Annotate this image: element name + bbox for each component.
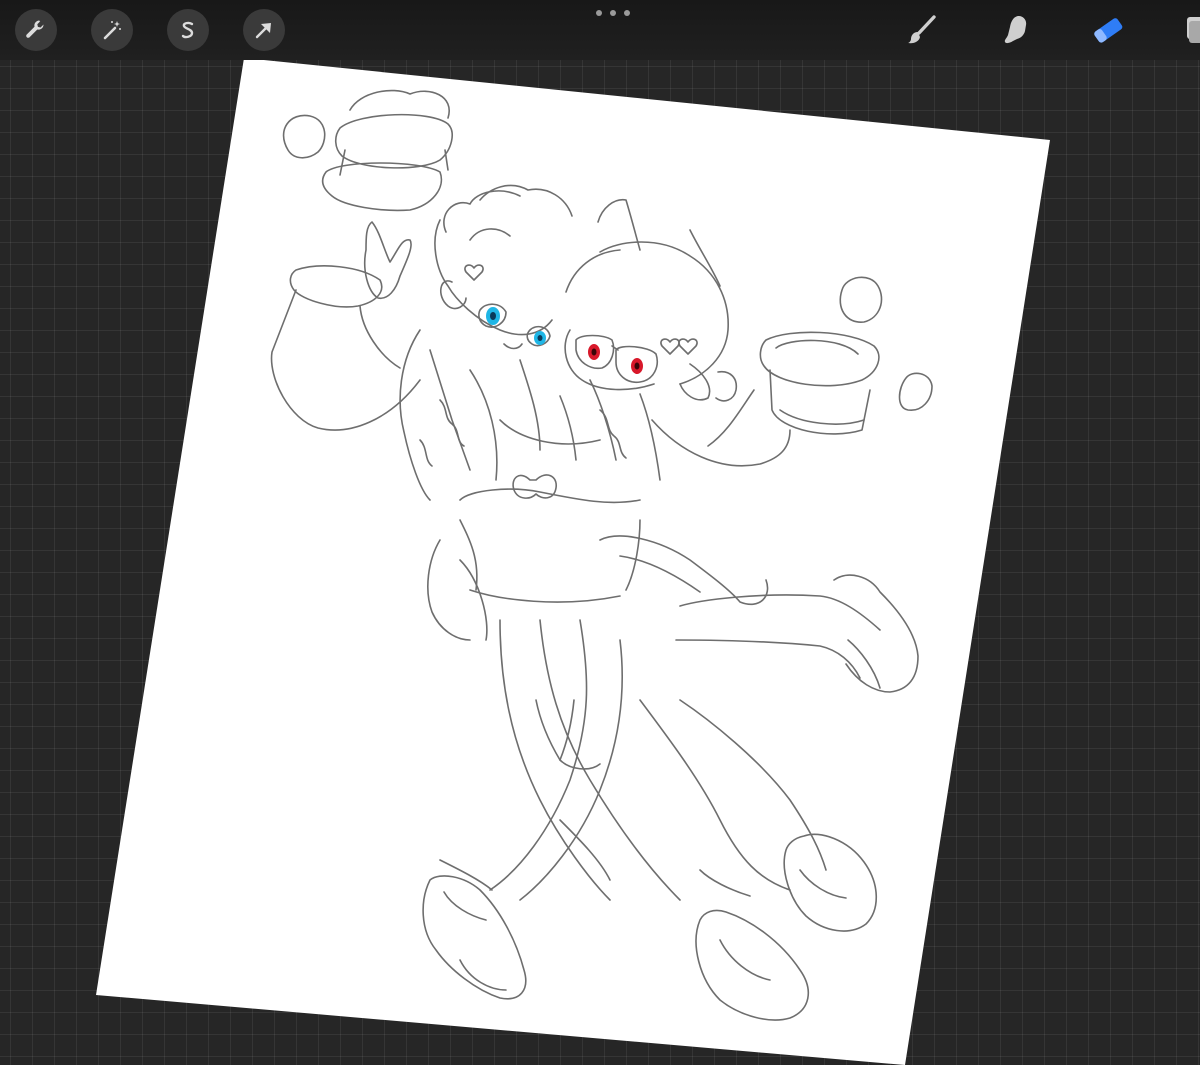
layers-button[interactable] bbox=[1172, 10, 1200, 50]
actions-button[interactable] bbox=[15, 9, 57, 51]
ellipsis-icon bbox=[624, 10, 630, 16]
selection-button[interactable] bbox=[167, 9, 209, 51]
canvas-area[interactable] bbox=[0, 0, 1200, 1065]
smudge-finger-icon bbox=[1004, 16, 1027, 44]
drawing-canvas[interactable] bbox=[0, 0, 1200, 1065]
smudge-tool-button[interactable] bbox=[994, 10, 1038, 50]
eraser-tool-button[interactable] bbox=[1086, 10, 1130, 50]
magic-wand-icon bbox=[103, 21, 121, 40]
selection-s-icon bbox=[181, 21, 194, 39]
adjustments-button[interactable] bbox=[91, 9, 133, 51]
procreate-workspace bbox=[0, 0, 1200, 1065]
eraser-icon bbox=[1094, 18, 1123, 43]
ellipsis-icon bbox=[596, 10, 602, 16]
more-options-menu[interactable] bbox=[596, 6, 630, 20]
arrow-cursor-icon bbox=[255, 23, 271, 39]
ellipsis-icon bbox=[610, 10, 616, 16]
paint-tool-button[interactable] bbox=[900, 10, 944, 50]
wrench-icon bbox=[26, 20, 44, 38]
paper-sheet[interactable] bbox=[96, 58, 1050, 1065]
top-toolbar bbox=[0, 0, 1200, 60]
layers-icon bbox=[1187, 17, 1200, 43]
brush-icon bbox=[908, 15, 936, 44]
transform-button[interactable] bbox=[243, 9, 285, 51]
